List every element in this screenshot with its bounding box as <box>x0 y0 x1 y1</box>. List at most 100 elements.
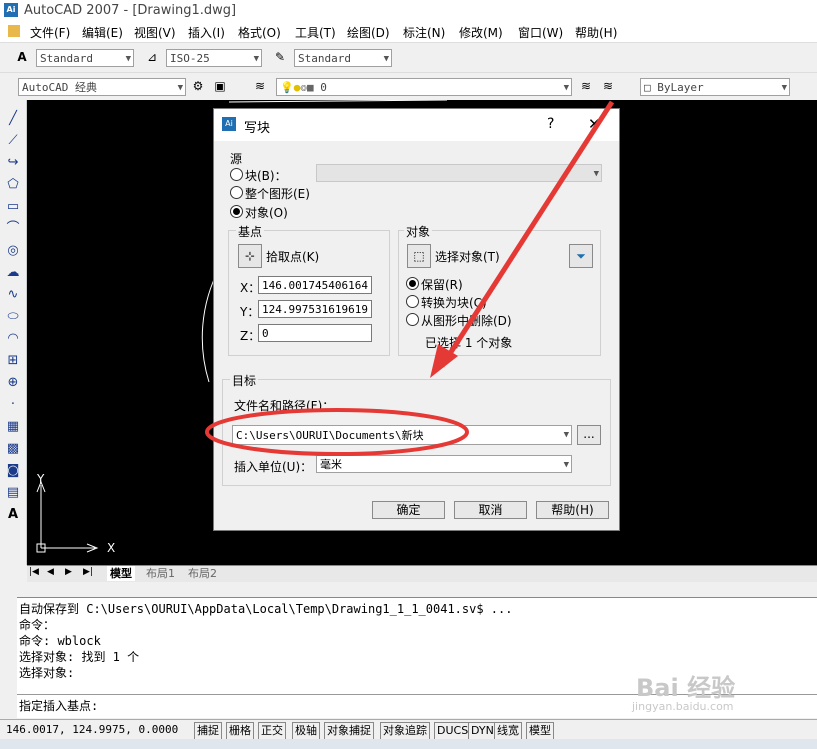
workspace-select[interactable]: AutoCAD 经典 ▼ <box>18 78 186 96</box>
dialog-title: 写块 <box>244 121 271 136</box>
menu-tools[interactable]: 工具(T) <box>295 24 336 41</box>
layer-manager-icon[interactable]: ≋ <box>252 78 268 94</box>
styles-toolbar: A Standard ▼ ⊿ ISO-25 ▼ ✎ Standard ▼ <box>0 43 817 71</box>
quick-select-funnel-icon[interactable]: ⏷ <box>569 244 593 268</box>
workspace-settings-icon[interactable]: ⚙ <box>190 78 206 94</box>
menu-dimension[interactable]: 标注(N) <box>403 24 445 41</box>
save-workspace-icon[interactable]: ▣ <box>212 78 228 94</box>
title-bar: Ai AutoCAD 2007 - [Drawing1.dwg] <box>0 0 817 22</box>
pick-point-button[interactable]: ⊹ <box>238 244 262 268</box>
entire-drawing-radio[interactable] <box>230 186 243 199</box>
gradient-icon[interactable]: ▩ <box>4 440 22 458</box>
help-button[interactable]: 帮助(H) <box>536 501 609 519</box>
menu-help[interactable]: 帮助(H) <box>575 24 617 41</box>
hatch-icon[interactable]: ▦ <box>4 418 22 436</box>
menu-draw[interactable]: 绘图(D) <box>347 24 390 41</box>
menu-insert[interactable]: 插入(I) <box>188 24 225 41</box>
table-style-icon[interactable]: ✎ <box>272 49 288 65</box>
draw-toolbar: ╱ ⟋ ↪ ⬠ ▭ ⌒ ◎ ☁ ∿ ⬭ ◠ ⊞ ⊕ · ▦ ▩ ◙ ▤ A <box>0 100 27 565</box>
polar-toggle[interactable]: 极轴 <box>292 722 320 740</box>
table-icon[interactable]: ▤ <box>4 484 22 502</box>
file-path-label: 文件名和路径(F)： <box>234 399 335 413</box>
objects-radio[interactable] <box>230 205 243 218</box>
tab-layout2[interactable]: 布局2 <box>185 566 220 581</box>
dim-style-icon[interactable]: ⊿ <box>144 49 160 65</box>
close-icon[interactable]: ✕ <box>588 115 601 133</box>
insert-block-icon[interactable]: ⊞ <box>4 352 22 370</box>
x-field[interactable]: 146.001745406164 <box>258 276 372 294</box>
layout-tabs: |◀ ◀ ▶ ▶| 模型 布局1 布局2 <box>27 565 817 582</box>
tab-nav-last-icon[interactable]: ▶| <box>83 567 93 577</box>
rectangle-icon[interactable]: ▭ <box>4 198 22 216</box>
tab-layout1[interactable]: 布局1 <box>143 566 178 581</box>
dyn-toggle[interactable]: DYN <box>468 722 497 740</box>
polyline-icon[interactable]: ↪ <box>4 154 22 172</box>
menu-bar: 文件(F) 编辑(E) 视图(V) 插入(I) 格式(O) 工具(T) 绘图(D… <box>0 22 817 43</box>
menu-file[interactable]: 文件(F) <box>30 24 70 41</box>
browse-button[interactable]: ... <box>577 425 601 445</box>
ucs-x-label: X <box>107 541 116 555</box>
point-icon[interactable]: · <box>4 396 22 414</box>
tab-model[interactable]: 模型 <box>107 566 135 581</box>
help-icon[interactable]: ? <box>547 116 554 132</box>
ducs-toggle[interactable]: DUCS <box>434 722 472 740</box>
cancel-button[interactable]: 取消 <box>454 501 527 519</box>
snap-toggle[interactable]: 捕捉 <box>194 722 222 740</box>
layer-previous-icon[interactable]: ≋ <box>600 78 616 94</box>
retain-radio[interactable] <box>406 277 419 290</box>
model-toggle[interactable]: 模型 <box>526 722 554 740</box>
menu-view[interactable]: 视图(V) <box>134 24 176 41</box>
revision-cloud-icon[interactable]: ☁ <box>4 264 22 282</box>
grid-toggle[interactable]: 栅格 <box>226 722 254 740</box>
dialog-title-bar: Ai 写块 ? ✕ <box>214 109 619 141</box>
command-prompt[interactable]: 指定插入基点: <box>19 697 98 714</box>
tab-nav-prev-icon[interactable]: ◀ <box>47 567 54 577</box>
otrack-toggle[interactable]: 对象追踪 <box>380 722 430 740</box>
spline-icon[interactable]: ∿ <box>4 286 22 304</box>
region-icon[interactable]: ◙ <box>4 462 22 480</box>
insert-units-select[interactable]: 毫米 ▼ <box>316 455 572 473</box>
make-layer-current-icon[interactable]: ≋ <box>578 78 594 94</box>
layers-toolbar: AutoCAD 经典 ▼ ⚙ ▣ ≋ 💡●❂■ 0 ▼ ≋ ≋ □ ByLayer ▼ <box>0 72 817 101</box>
convert-to-block-radio[interactable] <box>406 295 419 308</box>
retain-label: 保留(R) <box>421 278 463 292</box>
menu-format[interactable]: 格式(O) <box>238 24 281 41</box>
construction-line-icon[interactable]: ⟋ <box>4 132 22 150</box>
command-history-line: 选择对象: 找到 1 个 <box>19 650 140 664</box>
tab-nav-first-icon[interactable]: |◀ <box>29 567 39 577</box>
tab-nav-next-icon[interactable]: ▶ <box>65 567 72 577</box>
block-radio[interactable] <box>230 168 243 181</box>
circle-icon[interactable]: ◎ <box>4 242 22 260</box>
block-radio-label: 块(B)： <box>245 169 287 183</box>
table-style-select[interactable]: Standard ▼ <box>294 49 392 67</box>
file-path-field[interactable]: C:\Users\OURUI\Documents\新块 ▼ <box>232 425 572 445</box>
convert-to-block-label: 转换为块(C) <box>421 296 487 310</box>
menu-modify[interactable]: 修改(M) <box>459 24 503 41</box>
layer-select[interactable]: 💡●❂■ 0 ▼ <box>276 78 572 96</box>
color-select[interactable]: □ ByLayer ▼ <box>640 78 790 96</box>
lineweight-toggle[interactable]: 线宽 <box>494 722 522 740</box>
y-label: Y： <box>240 305 260 319</box>
menu-window[interactable]: 窗口(W) <box>518 24 563 41</box>
select-objects-button[interactable]: ⬚ <box>407 244 431 268</box>
ortho-toggle[interactable]: 正交 <box>258 722 286 740</box>
ok-button[interactable]: 确定 <box>372 501 445 519</box>
window-title: AutoCAD 2007 - [Drawing1.dwg] <box>24 3 237 18</box>
multiline-text-icon[interactable]: A <box>4 506 22 524</box>
text-style-select[interactable]: Standard ▼ <box>36 49 134 67</box>
y-field[interactable]: 124.997531619619 <box>258 300 372 318</box>
ellipse-arc-icon[interactable]: ◠ <box>4 330 22 348</box>
pick-point-label: 拾取点(K) <box>266 250 320 264</box>
make-block-icon[interactable]: ⊕ <box>4 374 22 392</box>
delete-from-drawing-radio[interactable] <box>406 313 419 326</box>
menu-edit[interactable]: 编辑(E) <box>82 24 123 41</box>
line-icon[interactable]: ╱ <box>4 110 22 128</box>
z-field[interactable]: 0 <box>258 324 372 342</box>
ellipse-icon[interactable]: ⬭ <box>4 308 22 326</box>
app-menu-icon[interactable] <box>8 25 20 37</box>
osnap-toggle[interactable]: 对象捕捉 <box>324 722 374 740</box>
polygon-icon[interactable]: ⬠ <box>4 176 22 194</box>
text-style-icon[interactable]: A <box>14 49 30 65</box>
arc-icon[interactable]: ⌒ <box>4 220 22 238</box>
dim-style-select[interactable]: ISO-25 ▼ <box>166 49 262 67</box>
